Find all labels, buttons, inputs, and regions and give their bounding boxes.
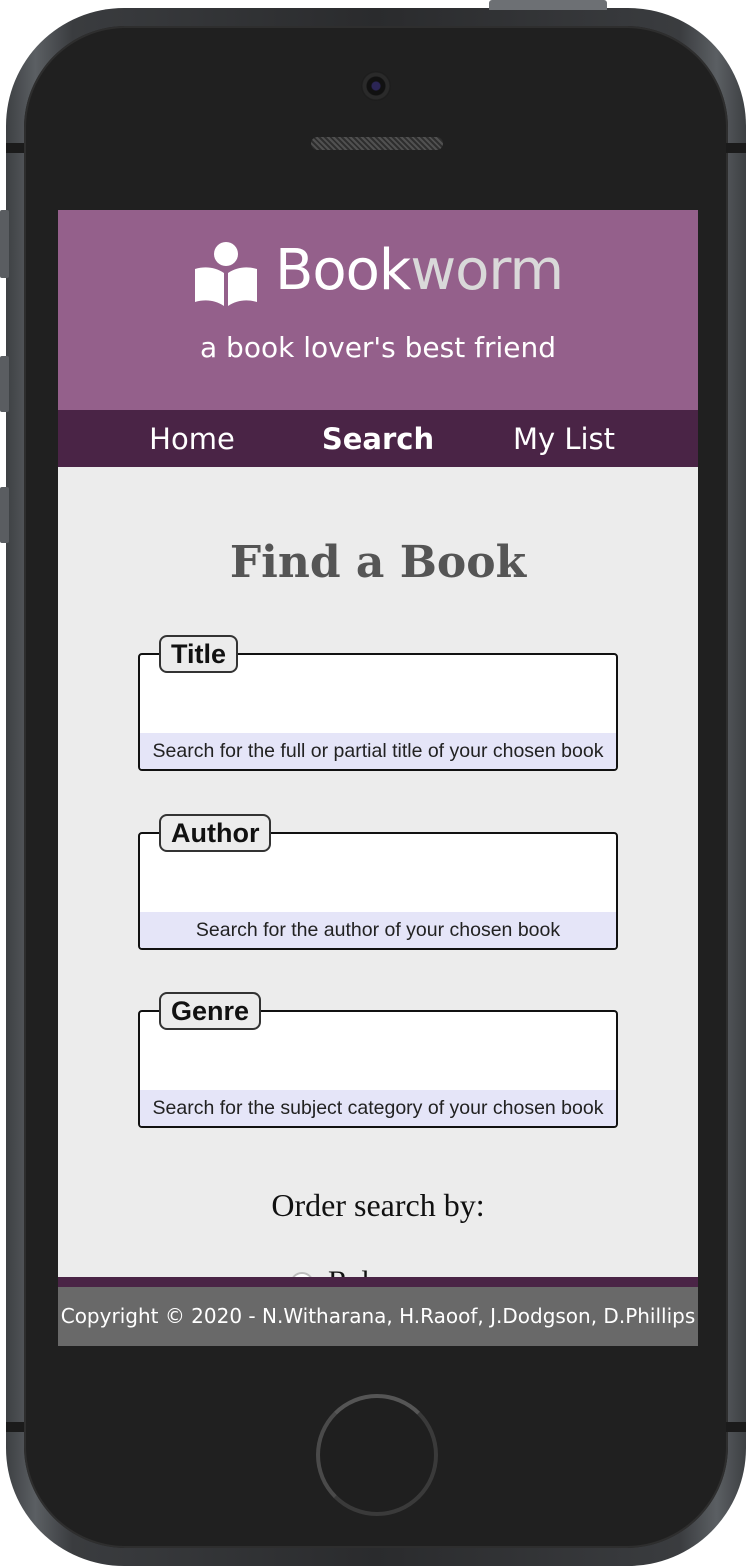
volume-down-button: [0, 487, 9, 543]
volume-up-button: [0, 356, 9, 412]
home-button[interactable]: [316, 1394, 438, 1516]
book-reader-icon: [193, 240, 259, 310]
logo-text-worm: worm: [410, 238, 564, 303]
author-hint: Search for the author of your chosen boo…: [140, 912, 616, 948]
title-fieldset: Title Search for the full or partial tit…: [138, 635, 618, 771]
title-hint: Search for the full or partial title of …: [140, 733, 616, 769]
front-camera-icon: [361, 71, 391, 101]
author-fieldset: Author Search for the author of your cho…: [138, 814, 618, 950]
site-header: Bookworm a book lover's best friend: [58, 210, 698, 410]
tagline: a book lover's best friend: [200, 331, 556, 364]
screen: Bookworm a book lover's best friend Home…: [58, 210, 698, 1346]
footer: Copyright © 2020 - N.Witharana, H.Raoof,…: [58, 1287, 698, 1346]
antenna-band-left: [6, 143, 24, 153]
power-button: [489, 0, 607, 10]
antenna-band-right: [726, 143, 746, 153]
logo[interactable]: Bookworm: [58, 240, 698, 310]
nav-search[interactable]: Search: [285, 422, 471, 456]
search-form: Find a Book Title Search for the full or…: [58, 467, 698, 1298]
nav-home[interactable]: Home: [99, 422, 285, 456]
antenna-band-right-bottom: [726, 1422, 746, 1432]
logo-text-book: Book: [274, 238, 411, 303]
footer-divider: [58, 1277, 698, 1287]
genre-fieldset: Genre Search for the subject category of…: [138, 992, 618, 1128]
main-nav: Home Search My List: [58, 410, 698, 467]
genre-hint: Search for the subject category of your …: [140, 1090, 616, 1126]
order-by-label: Order search by:: [271, 1187, 485, 1223]
author-input[interactable]: [140, 834, 616, 912]
logo-wordmark: Bookworm: [274, 238, 564, 303]
earpiece-speaker: [311, 137, 443, 150]
genre-input[interactable]: [140, 1012, 616, 1090]
page-title: Find a Book: [229, 537, 527, 588]
title-input[interactable]: [140, 655, 616, 733]
mute-switch: [0, 210, 9, 278]
antenna-band-left-bottom: [6, 1422, 24, 1432]
nav-my-list[interactable]: My List: [471, 422, 657, 456]
